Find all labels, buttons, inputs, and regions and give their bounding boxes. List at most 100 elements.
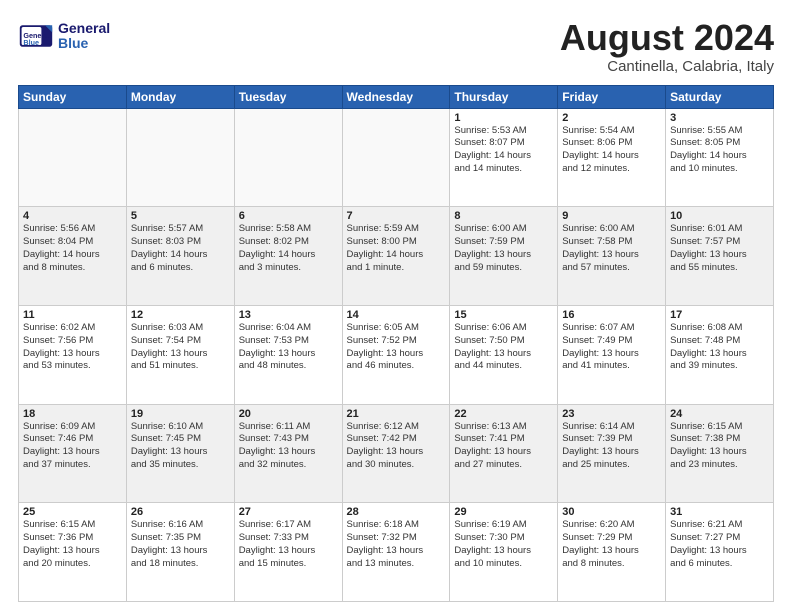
calendar-day: 17Sunrise: 6:08 AM Sunset: 7:48 PM Dayli… bbox=[666, 305, 774, 404]
day-number: 8 bbox=[454, 210, 553, 222]
day-number: 15 bbox=[454, 309, 553, 321]
day-number: 14 bbox=[347, 309, 446, 321]
page: General Blue General Blue August 2024 Ca… bbox=[0, 0, 792, 612]
day-number: 19 bbox=[131, 408, 230, 420]
calendar-day: 8Sunrise: 6:00 AM Sunset: 7:59 PM Daylig… bbox=[450, 207, 558, 306]
day-number: 30 bbox=[562, 506, 661, 518]
calendar-day: 23Sunrise: 6:14 AM Sunset: 7:39 PM Dayli… bbox=[558, 404, 666, 503]
day-info: Sunrise: 5:53 AM Sunset: 8:07 PM Dayligh… bbox=[454, 125, 553, 176]
calendar-day: 7Sunrise: 5:59 AM Sunset: 8:00 PM Daylig… bbox=[342, 207, 450, 306]
day-info: Sunrise: 6:10 AM Sunset: 7:45 PM Dayligh… bbox=[131, 421, 230, 472]
day-info: Sunrise: 6:07 AM Sunset: 7:49 PM Dayligh… bbox=[562, 322, 661, 373]
logo-blue: Blue bbox=[58, 36, 110, 51]
day-info: Sunrise: 6:02 AM Sunset: 7:56 PM Dayligh… bbox=[23, 322, 122, 373]
day-number: 16 bbox=[562, 309, 661, 321]
day-info: Sunrise: 6:19 AM Sunset: 7:30 PM Dayligh… bbox=[454, 519, 553, 570]
day-info: Sunrise: 6:13 AM Sunset: 7:41 PM Dayligh… bbox=[454, 421, 553, 472]
day-number: 9 bbox=[562, 210, 661, 222]
day-number: 5 bbox=[131, 210, 230, 222]
location-title: Cantinella, Calabria, Italy bbox=[560, 58, 774, 75]
calendar-day: 13Sunrise: 6:04 AM Sunset: 7:53 PM Dayli… bbox=[234, 305, 342, 404]
calendar-day: 5Sunrise: 5:57 AM Sunset: 8:03 PM Daylig… bbox=[126, 207, 234, 306]
weekday-header-row: SundayMondayTuesdayWednesdayThursdayFrid… bbox=[19, 85, 774, 108]
day-number: 11 bbox=[23, 309, 122, 321]
title-block: August 2024 Cantinella, Calabria, Italy bbox=[560, 18, 774, 75]
day-info: Sunrise: 6:06 AM Sunset: 7:50 PM Dayligh… bbox=[454, 322, 553, 373]
calendar-day: 2Sunrise: 5:54 AM Sunset: 8:06 PM Daylig… bbox=[558, 108, 666, 207]
day-info: Sunrise: 6:15 AM Sunset: 7:36 PM Dayligh… bbox=[23, 519, 122, 570]
day-info: Sunrise: 6:12 AM Sunset: 7:42 PM Dayligh… bbox=[347, 421, 446, 472]
calendar-day: 18Sunrise: 6:09 AM Sunset: 7:46 PM Dayli… bbox=[19, 404, 127, 503]
day-info: Sunrise: 6:17 AM Sunset: 7:33 PM Dayligh… bbox=[239, 519, 338, 570]
day-info: Sunrise: 6:03 AM Sunset: 7:54 PM Dayligh… bbox=[131, 322, 230, 373]
day-number: 20 bbox=[239, 408, 338, 420]
calendar-day: 30Sunrise: 6:20 AM Sunset: 7:29 PM Dayli… bbox=[558, 503, 666, 602]
day-number: 22 bbox=[454, 408, 553, 420]
day-info: Sunrise: 6:00 AM Sunset: 7:58 PM Dayligh… bbox=[562, 223, 661, 274]
day-number: 6 bbox=[239, 210, 338, 222]
day-number: 28 bbox=[347, 506, 446, 518]
day-info: Sunrise: 6:09 AM Sunset: 7:46 PM Dayligh… bbox=[23, 421, 122, 472]
header: General Blue General Blue August 2024 Ca… bbox=[18, 18, 774, 75]
day-number: 4 bbox=[23, 210, 122, 222]
day-number: 3 bbox=[670, 112, 769, 124]
calendar-day: 29Sunrise: 6:19 AM Sunset: 7:30 PM Dayli… bbox=[450, 503, 558, 602]
calendar-day: 9Sunrise: 6:00 AM Sunset: 7:58 PM Daylig… bbox=[558, 207, 666, 306]
calendar-day: 3Sunrise: 5:55 AM Sunset: 8:05 PM Daylig… bbox=[666, 108, 774, 207]
calendar-week-row: 4Sunrise: 5:56 AM Sunset: 8:04 PM Daylig… bbox=[19, 207, 774, 306]
day-info: Sunrise: 6:21 AM Sunset: 7:27 PM Dayligh… bbox=[670, 519, 769, 570]
calendar-day: 12Sunrise: 6:03 AM Sunset: 7:54 PM Dayli… bbox=[126, 305, 234, 404]
calendar-day: 24Sunrise: 6:15 AM Sunset: 7:38 PM Dayli… bbox=[666, 404, 774, 503]
day-info: Sunrise: 6:15 AM Sunset: 7:38 PM Dayligh… bbox=[670, 421, 769, 472]
calendar-week-row: 1Sunrise: 5:53 AM Sunset: 8:07 PM Daylig… bbox=[19, 108, 774, 207]
day-number: 12 bbox=[131, 309, 230, 321]
logo-general: General bbox=[58, 21, 110, 36]
calendar-day: 20Sunrise: 6:11 AM Sunset: 7:43 PM Dayli… bbox=[234, 404, 342, 503]
calendar-day: 31Sunrise: 6:21 AM Sunset: 7:27 PM Dayli… bbox=[666, 503, 774, 602]
weekday-header-sunday: Sunday bbox=[19, 85, 127, 108]
calendar-day: 10Sunrise: 6:01 AM Sunset: 7:57 PM Dayli… bbox=[666, 207, 774, 306]
day-info: Sunrise: 5:56 AM Sunset: 8:04 PM Dayligh… bbox=[23, 223, 122, 274]
calendar-week-row: 18Sunrise: 6:09 AM Sunset: 7:46 PM Dayli… bbox=[19, 404, 774, 503]
calendar-day: 6Sunrise: 5:58 AM Sunset: 8:02 PM Daylig… bbox=[234, 207, 342, 306]
calendar-day: 28Sunrise: 6:18 AM Sunset: 7:32 PM Dayli… bbox=[342, 503, 450, 602]
calendar-day: 15Sunrise: 6:06 AM Sunset: 7:50 PM Dayli… bbox=[450, 305, 558, 404]
day-info: Sunrise: 5:58 AM Sunset: 8:02 PM Dayligh… bbox=[239, 223, 338, 274]
day-number: 31 bbox=[670, 506, 769, 518]
day-number: 24 bbox=[670, 408, 769, 420]
weekday-header-tuesday: Tuesday bbox=[234, 85, 342, 108]
calendar-week-row: 25Sunrise: 6:15 AM Sunset: 7:36 PM Dayli… bbox=[19, 503, 774, 602]
logo: General Blue General Blue bbox=[18, 18, 110, 54]
day-number: 13 bbox=[239, 309, 338, 321]
logo-text: General Blue bbox=[58, 21, 110, 52]
day-info: Sunrise: 6:01 AM Sunset: 7:57 PM Dayligh… bbox=[670, 223, 769, 274]
calendar-day: 14Sunrise: 6:05 AM Sunset: 7:52 PM Dayli… bbox=[342, 305, 450, 404]
calendar-day: 11Sunrise: 6:02 AM Sunset: 7:56 PM Dayli… bbox=[19, 305, 127, 404]
day-number: 29 bbox=[454, 506, 553, 518]
calendar-day: 26Sunrise: 6:16 AM Sunset: 7:35 PM Dayli… bbox=[126, 503, 234, 602]
weekday-header-friday: Friday bbox=[558, 85, 666, 108]
day-info: Sunrise: 6:08 AM Sunset: 7:48 PM Dayligh… bbox=[670, 322, 769, 373]
month-title: August 2024 bbox=[560, 18, 774, 58]
day-number: 27 bbox=[239, 506, 338, 518]
day-number: 25 bbox=[23, 506, 122, 518]
day-number: 21 bbox=[347, 408, 446, 420]
weekday-header-saturday: Saturday bbox=[666, 85, 774, 108]
day-info: Sunrise: 6:18 AM Sunset: 7:32 PM Dayligh… bbox=[347, 519, 446, 570]
calendar-table: SundayMondayTuesdayWednesdayThursdayFrid… bbox=[18, 85, 774, 602]
day-info: Sunrise: 6:20 AM Sunset: 7:29 PM Dayligh… bbox=[562, 519, 661, 570]
day-number: 17 bbox=[670, 309, 769, 321]
day-info: Sunrise: 6:04 AM Sunset: 7:53 PM Dayligh… bbox=[239, 322, 338, 373]
day-info: Sunrise: 5:59 AM Sunset: 8:00 PM Dayligh… bbox=[347, 223, 446, 274]
calendar-day: 22Sunrise: 6:13 AM Sunset: 7:41 PM Dayli… bbox=[450, 404, 558, 503]
calendar-day: 27Sunrise: 6:17 AM Sunset: 7:33 PM Dayli… bbox=[234, 503, 342, 602]
day-number: 23 bbox=[562, 408, 661, 420]
day-number: 26 bbox=[131, 506, 230, 518]
calendar-day: 4Sunrise: 5:56 AM Sunset: 8:04 PM Daylig… bbox=[19, 207, 127, 306]
weekday-header-thursday: Thursday bbox=[450, 85, 558, 108]
day-info: Sunrise: 5:54 AM Sunset: 8:06 PM Dayligh… bbox=[562, 125, 661, 176]
calendar-day bbox=[19, 108, 127, 207]
day-info: Sunrise: 6:05 AM Sunset: 7:52 PM Dayligh… bbox=[347, 322, 446, 373]
svg-text:Blue: Blue bbox=[23, 38, 39, 47]
calendar-day bbox=[234, 108, 342, 207]
